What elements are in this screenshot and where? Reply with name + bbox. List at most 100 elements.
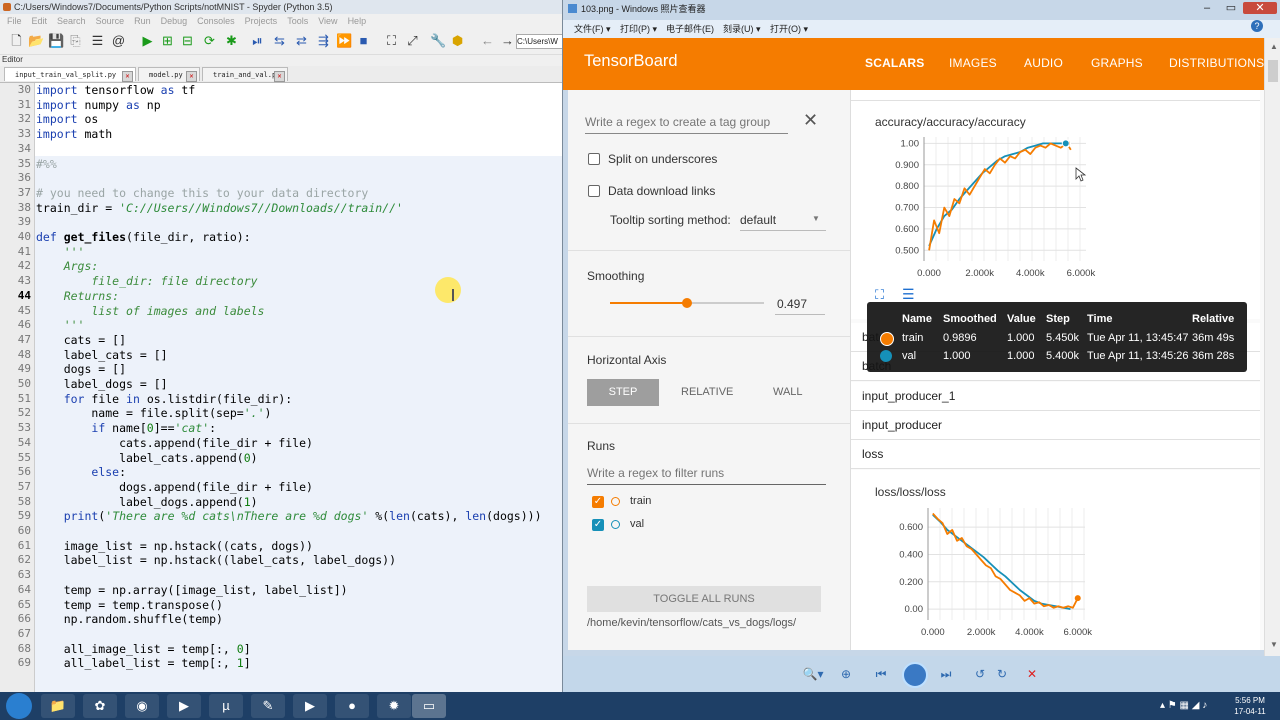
run-val-checkbox[interactable]: ✓: [592, 519, 604, 531]
close-icon[interactable]: ✕: [186, 71, 197, 82]
fullscreen-icon[interactable]: ⤢: [405, 33, 420, 48]
tab-scalars[interactable]: SCALARS: [865, 56, 924, 70]
explorer-icon[interactable]: 📁: [41, 694, 75, 718]
notepad-icon[interactable]: ✎: [251, 694, 285, 718]
back-arrow-icon[interactable]: ←: [480, 33, 495, 48]
close-icon[interactable]: ✕: [274, 71, 285, 82]
zoom-icon[interactable]: 🔍▾: [799, 666, 827, 682]
split-underscores-checkbox[interactable]: [588, 153, 600, 165]
menu-source[interactable]: Source: [91, 14, 130, 28]
menu-view[interactable]: View: [313, 14, 342, 28]
data-table-icon[interactable]: ☰: [902, 286, 915, 303]
menu-print-cn[interactable]: 打印(P) ▾: [620, 20, 657, 38]
slideshow-button[interactable]: [902, 662, 928, 688]
step-icon[interactable]: ⏯: [250, 33, 265, 48]
at-icon[interactable]: @: [111, 33, 126, 48]
scrollbar-thumb[interactable]: [1268, 60, 1278, 82]
next-icon[interactable]: ⏭: [937, 666, 955, 682]
menu-debug[interactable]: Debug: [156, 14, 193, 28]
tab-images[interactable]: IMAGES: [949, 56, 997, 70]
axis-step-button[interactable]: STEP: [587, 379, 659, 406]
smoothing-value[interactable]: 0.497: [777, 297, 807, 311]
debug-icon[interactable]: ✱: [224, 33, 239, 48]
rotate-left-icon[interactable]: ↺: [971, 666, 989, 682]
axis-relative-button[interactable]: RELATIVE: [681, 386, 733, 398]
chrome-icon[interactable]: ◉: [125, 694, 159, 718]
run-cell-icon[interactable]: ⊞: [160, 33, 175, 48]
smoothing-slider-handle[interactable]: [681, 298, 692, 308]
scroll-up-icon[interactable]: ▲: [1270, 42, 1278, 51]
minimize-icon[interactable]: –: [1197, 2, 1217, 14]
menu-help[interactable]: Help: [343, 14, 372, 28]
maximize-pane-icon[interactable]: ⛶: [384, 33, 399, 48]
tag-group-row[interactable]: input_producer: [851, 411, 1260, 440]
tooltip-sort-select[interactable]: default: [740, 213, 776, 227]
recorder-icon[interactable]: ●: [335, 694, 369, 718]
step-into-icon[interactable]: ⇆: [272, 33, 287, 48]
runs-filter-input[interactable]: Write a regex to filter runs: [587, 466, 724, 480]
close-window-icon[interactable]: ✕: [1243, 2, 1277, 14]
menu-burn-cn[interactable]: 刻录(U) ▾: [723, 20, 761, 38]
code-editor[interactable]: 30 31 32 33 34 35 36 37 38 39 40 41 42 43 44 45 46 47 48 49…: [0, 83, 562, 692]
data-download-checkbox[interactable]: [588, 185, 600, 197]
tab-distributions[interactable]: DISTRIBUTIONS: [1169, 56, 1264, 70]
stop-debug-icon[interactable]: ■: [356, 33, 371, 48]
open-folder-icon[interactable]: 📂: [28, 33, 44, 48]
menu-projects[interactable]: Projects: [240, 14, 283, 28]
player-icon[interactable]: ▶: [293, 694, 327, 718]
working-directory-input[interactable]: C:\Users\W: [516, 34, 564, 49]
tag-group-row[interactable]: input_producer_1: [851, 382, 1260, 411]
continue-icon[interactable]: ⇶: [316, 33, 331, 48]
torrent-icon[interactable]: µ: [209, 694, 243, 718]
tab-train-and-val[interactable]: train_and_val.py ✕: [202, 67, 288, 82]
tab-model[interactable]: model.py ✕: [138, 67, 200, 82]
save-all-icon[interactable]: ⎘: [68, 33, 83, 48]
menu-open-cn[interactable]: 打开(O) ▾: [770, 20, 808, 38]
menu-search[interactable]: Search: [52, 14, 91, 28]
forward-arrow-icon[interactable]: →: [500, 33, 515, 48]
run-icon[interactable]: ▶: [140, 33, 155, 48]
menu-consoles[interactable]: Consoles: [192, 14, 240, 28]
help-icon[interactable]: ?: [1251, 20, 1263, 32]
save-icon[interactable]: 💾: [48, 33, 64, 48]
python-icon[interactable]: ⬢: [450, 33, 465, 48]
step-return-icon[interactable]: ⇄: [294, 33, 309, 48]
tab-audio[interactable]: AUDIO: [1024, 56, 1063, 70]
viewer-scrollbar[interactable]: ▲ ▼: [1264, 38, 1280, 656]
menu-file-cn[interactable]: 文件(F) ▾: [574, 20, 611, 38]
spyder-taskbar-icon[interactable]: ✹: [377, 694, 411, 718]
tag-regex-input[interactable]: Write a regex to create a tag group: [585, 115, 770, 129]
start-button[interactable]: [6, 693, 32, 719]
menu-edit[interactable]: Edit: [27, 14, 53, 28]
menu-run[interactable]: Run: [129, 14, 156, 28]
wrench-icon[interactable]: 🔧: [430, 33, 446, 48]
previous-icon[interactable]: ⏮: [872, 666, 890, 682]
expand-icon[interactable]: ⛶: [875, 287, 884, 303]
list-icon[interactable]: ☰: [90, 33, 105, 48]
delete-icon[interactable]: ✕: [1023, 666, 1041, 682]
menu-tools[interactable]: Tools: [282, 14, 313, 28]
app-icon[interactable]: ✿: [83, 694, 117, 718]
tag-group-row[interactable]: loss: [851, 440, 1260, 469]
photo-viewer-taskbar-icon[interactable]: ▭: [412, 694, 446, 718]
new-file-icon[interactable]: 🗋: [9, 33, 24, 48]
loss-chart[interactable]: 0.00 0.200 0.400 0.600 0.000 2.000k 4.000k 6.00…: [851, 502, 1260, 650]
rerun-icon[interactable]: ⟳: [202, 33, 217, 48]
actual-size-icon[interactable]: ⊕: [837, 666, 855, 682]
tab-input-train-val-split[interactable]: input_train_val_split.py ✕: [4, 67, 136, 82]
clear-icon[interactable]: ✕: [803, 110, 818, 131]
system-clock[interactable]: 5:56 PM 17-04-11: [1222, 695, 1278, 717]
maximize-icon[interactable]: ▭: [1221, 2, 1241, 14]
scroll-down-icon[interactable]: ▼: [1270, 640, 1278, 649]
run-cell-advance-icon[interactable]: ⊟: [180, 33, 195, 48]
fast-forward-icon[interactable]: ⏩: [336, 33, 352, 48]
menu-file[interactable]: File: [2, 14, 27, 28]
menu-email-cn[interactable]: 电子邮件(E): [666, 20, 714, 38]
tray-icons[interactable]: ▴ ⚑ ▦ ◢ ♪: [1160, 700, 1207, 711]
chevron-down-icon[interactable]: ▼: [812, 214, 820, 223]
tab-graphs[interactable]: GRAPHS: [1091, 56, 1143, 70]
close-icon[interactable]: ✕: [122, 71, 133, 82]
media-icon[interactable]: ▶: [167, 694, 201, 718]
rotate-right-icon[interactable]: ↻: [993, 666, 1011, 682]
toggle-all-runs-button[interactable]: TOGGLE ALL RUNS: [587, 586, 821, 612]
